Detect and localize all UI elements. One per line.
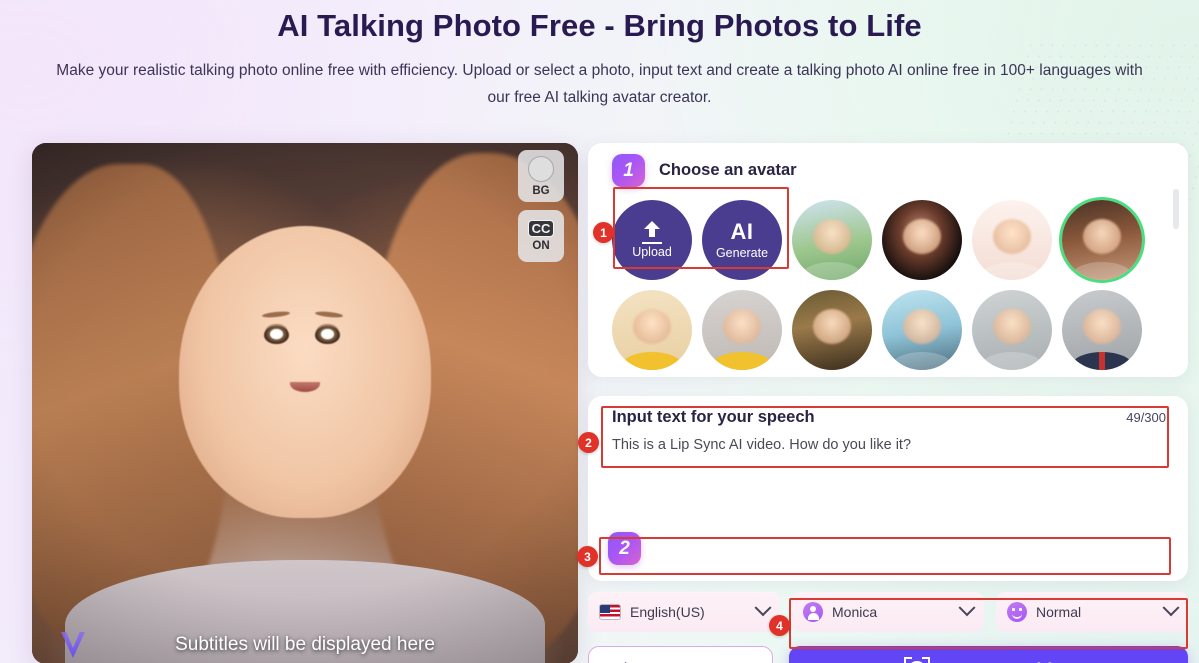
avatar-selection-card: 1 Choose an avatar Upload AI Generate: [588, 143, 1188, 377]
emotion-select[interactable]: Normal: [996, 592, 1188, 632]
bg-button-label: BG: [532, 184, 550, 197]
speech-textarea[interactable]: This is a Lip Sync AI video. How do you …: [588, 427, 1188, 523]
avatar-option-cartoon-young-man[interactable]: [972, 200, 1052, 280]
generate-video-label: Generate Video: [942, 660, 1074, 663]
page-subtitle: Make your realistic talking photo online…: [55, 57, 1145, 111]
upload-button-label: Upload: [632, 245, 672, 259]
action-button-row: Play Script Generate Video: [588, 646, 1188, 663]
generate-button-label: Generate: [715, 246, 769, 260]
background-toggle-button[interactable]: BG: [518, 150, 564, 202]
avatar-scrollbar[interactable]: [1173, 189, 1179, 349]
editor-panel: 1 Choose an avatar Upload AI Generate In…: [588, 134, 1188, 663]
play-script-button[interactable]: Play Script: [588, 646, 773, 663]
avatar-step-title: Choose an avatar: [659, 161, 797, 179]
step-1-badge: 1: [612, 154, 645, 187]
bg-circle-icon: [528, 155, 554, 182]
page-subtitle-line1: Make your realistic talking photo online…: [56, 62, 885, 79]
language-select-value: English(US): [630, 604, 705, 620]
ai-generate-avatar-button[interactable]: AI Generate: [702, 200, 782, 280]
cc-button-label: ON: [532, 240, 550, 252]
avatar-option-woman-dark-portrait[interactable]: [882, 200, 962, 280]
avatar-photo: [32, 143, 578, 663]
page-header: AI Talking Photo Free - Bring Photos to …: [0, 0, 1199, 111]
us-flag-icon: [599, 604, 621, 620]
captions-toggle-button[interactable]: CC ON: [518, 210, 564, 262]
speech-input-card: Input text for your speech 49/300 This i…: [588, 396, 1188, 581]
generate-video-button[interactable]: Generate Video: [789, 646, 1188, 663]
page-title: AI Talking Photo Free - Bring Photos to …: [277, 8, 922, 43]
chevron-down-icon: [754, 599, 772, 617]
chevron-down-icon: [1162, 599, 1180, 617]
character-counter: 49/300: [1126, 410, 1166, 425]
avatar-option-cartoon-boy[interactable]: [702, 290, 782, 370]
speech-step-title: Input text for your speech: [612, 408, 815, 426]
voice-settings-row: English(US) Monica Normal: [588, 592, 1188, 632]
step-2-badge: 2: [608, 532, 641, 565]
avatar-option-anime-girl[interactable]: [792, 200, 872, 280]
cc-icon: CC: [527, 220, 555, 237]
upload-icon: [642, 221, 662, 244]
voice-select[interactable]: Monica: [792, 592, 984, 632]
emotion-select-value: Normal: [1036, 604, 1082, 620]
voice-select-value: Monica: [832, 604, 878, 620]
upload-avatar-button[interactable]: Upload: [612, 200, 692, 280]
preview-controls: BG CC ON: [518, 150, 564, 262]
avatar-grid: Upload AI Generate: [588, 187, 1188, 370]
chevron-down-icon: [958, 599, 976, 617]
avatar-option-einstein[interactable]: [882, 290, 962, 370]
photo-vignette: [32, 143, 578, 663]
ai-label: AI: [730, 219, 754, 244]
speech-step-header: Input text for your speech 49/300: [588, 396, 1188, 427]
avatar-scrollbar-thumb[interactable]: [1173, 189, 1179, 229]
person-icon: [803, 602, 823, 622]
avatar-option-cartoon-woman[interactable]: [1062, 200, 1142, 280]
avatar-step-header: 1 Choose an avatar: [588, 143, 1188, 187]
smile-icon: [1007, 602, 1027, 622]
avatar-option-ronaldo[interactable]: [972, 290, 1052, 370]
subtitle-placeholder: Subtitles will be displayed here: [175, 634, 435, 655]
avatar-option-trump[interactable]: [1062, 290, 1142, 370]
main-content: BG CC ON Subtitles will be displayed her…: [0, 134, 1199, 663]
avatar-option-mona-lisa[interactable]: [792, 290, 872, 370]
video-preview-panel[interactable]: BG CC ON Subtitles will be displayed her…: [32, 143, 578, 663]
video-generate-icon: [903, 657, 930, 663]
language-select[interactable]: English(US): [588, 592, 780, 632]
avatar-option-cartoon-girl[interactable]: [612, 290, 692, 370]
